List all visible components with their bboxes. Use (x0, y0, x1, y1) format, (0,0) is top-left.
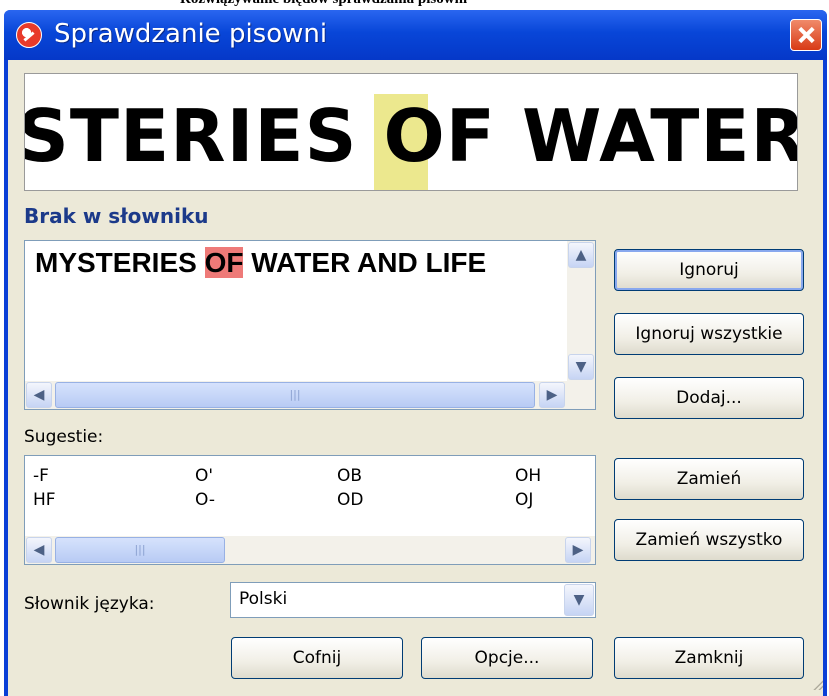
close-icon[interactable] (790, 19, 822, 51)
suggestion-item[interactable]: OD (337, 490, 363, 510)
arrow-right-icon[interactable]: ▶ (565, 537, 591, 563)
replace-all-button[interactable]: Zamień wszystko (614, 519, 804, 561)
window-title: Sprawdzanie pisowni (54, 19, 328, 49)
ignore-all-button[interactable]: Ignoruj wszystkie (614, 313, 804, 355)
context-before: MYSTERIES (35, 247, 205, 278)
context-hscroll-thumb[interactable]: ||| (55, 382, 535, 408)
spellcheck-icon (16, 22, 42, 48)
suggestions-hscroll-thumb[interactable]: ||| (55, 537, 225, 563)
undo-button[interactable]: Cofnij (231, 637, 403, 679)
arrow-up-icon[interactable]: ▲ (568, 242, 594, 268)
top-cut-caption: Rozwiązywanie błędów sprawdzania pisowni (0, 0, 829, 10)
arrow-left-icon[interactable]: ◀ (26, 382, 52, 408)
not-in-dictionary-label: Brak w słowniku (24, 204, 209, 228)
suggestion-item[interactable]: OB (337, 466, 362, 486)
suggestions-hscroll[interactable]: ◀ ||| ▶ (25, 536, 595, 564)
language-value: Polski (239, 589, 288, 609)
misspelled-word: OF (204, 247, 244, 278)
add-button[interactable]: Dodaj... (614, 377, 804, 419)
document-preview: STERIES OF WATER A (24, 73, 798, 191)
context-text[interactable]: MYSTERIES OF WATER AND LIFE (35, 247, 486, 279)
chevron-down-icon[interactable]: ▼ (564, 584, 594, 616)
suggestion-item[interactable]: O' (195, 466, 213, 486)
resize-grip[interactable] (811, 678, 823, 690)
context-hscroll[interactable]: ◀ ||| ▶ (25, 381, 595, 409)
options-button[interactable]: Opcje... (421, 637, 593, 679)
suggestion-item[interactable]: HF (33, 490, 56, 510)
suggestion-item[interactable]: O- (195, 490, 215, 510)
ignore-button[interactable]: Ignoruj (614, 249, 804, 291)
preview-text: STERIES OF WATER A (24, 94, 798, 178)
language-select[interactable]: Polski ▼ (230, 582, 596, 618)
context-textbox[interactable]: MYSTERIES OF WATER AND LIFE ▲ ▼ ◀ ||| ▶ (24, 240, 596, 410)
suggestions-list[interactable]: -F O' OB OH HF O- OD OJ ◀ ||| ▶ (24, 455, 596, 565)
replace-button[interactable]: Zamień (614, 458, 804, 500)
close-button[interactable]: Zamknij (614, 637, 804, 679)
language-label: Słownik języka: (24, 594, 155, 614)
context-vscroll[interactable]: ▲ ▼ (567, 241, 595, 381)
title-bar[interactable]: Sprawdzanie pisowni (4, 10, 827, 60)
suggestion-item[interactable]: OJ (515, 490, 533, 510)
context-after: WATER AND LIFE (243, 247, 487, 278)
suggestions-label: Sugestie: (24, 427, 104, 447)
suggestion-item[interactable]: OH (515, 466, 541, 486)
arrow-down-icon[interactable]: ▼ (568, 354, 594, 380)
suggestion-item[interactable]: -F (33, 466, 49, 486)
arrow-right-icon[interactable]: ▶ (539, 382, 565, 408)
preview-band: STERIES OF WATER A (24, 94, 798, 190)
arrow-left-icon[interactable]: ◀ (26, 537, 52, 563)
